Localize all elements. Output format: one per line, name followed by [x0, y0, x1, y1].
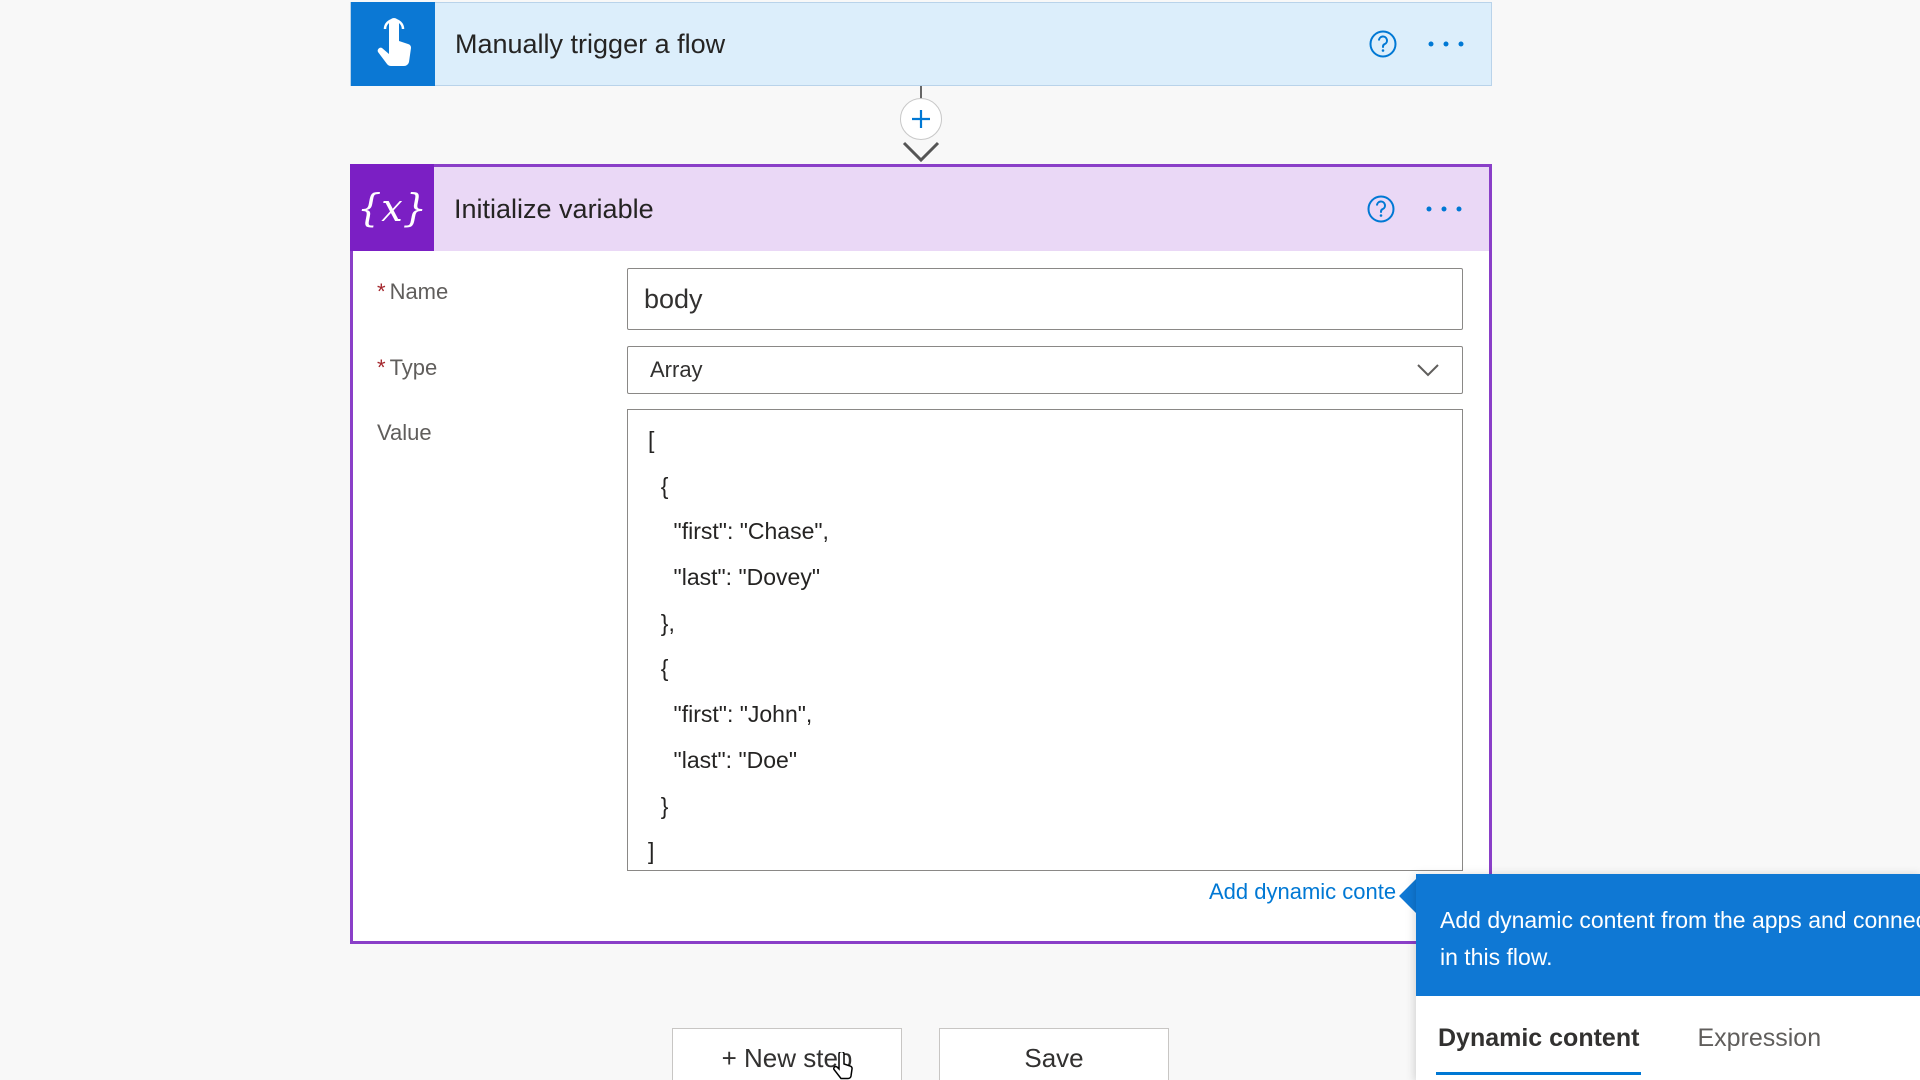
value-line: "last": "Dovey": [648, 564, 820, 591]
value-editor[interactable]: [ { "first": "Chase", "last": "Dovey" },…: [627, 409, 1463, 871]
name-label: * Name: [377, 279, 449, 304]
value-line: "last": "Doe": [648, 746, 797, 773]
type-dropdown[interactable]: Array: [627, 346, 1463, 394]
type-selected-value: Array: [650, 357, 703, 382]
tab-dynamic-content[interactable]: Dynamic content: [1436, 1004, 1642, 1075]
value-line: {: [648, 472, 669, 499]
value-label: Value: [377, 420, 432, 445]
trigger-card[interactable]: Manually trigger a flow: [350, 2, 1492, 86]
help-icon[interactable]: [1361, 189, 1401, 229]
card-title: Initialize variable: [454, 193, 654, 224]
dynamic-content-flyout[interactable]: Add dynamic content from the apps and co…: [1416, 874, 1920, 1080]
required-asterisk: *: [377, 355, 386, 380]
initialize-variable-card[interactable]: {x} Initialize variable *Name *Type Arra…: [350, 164, 1492, 944]
more-options-icon[interactable]: [1419, 189, 1469, 229]
save-button[interactable]: Save: [939, 1028, 1169, 1080]
hand-cursor-icon: [832, 1050, 856, 1080]
insert-step-button[interactable]: [900, 98, 942, 140]
value-line: [: [648, 427, 655, 453]
name-input[interactable]: [627, 268, 1463, 330]
more-options-icon[interactable]: [1421, 24, 1471, 64]
value-line: "first": "Chase",: [648, 518, 829, 545]
value-line: {: [648, 655, 669, 682]
flyout-description: Add dynamic content from the apps and co…: [1440, 907, 1920, 970]
value-line: "first": "John",: [648, 701, 813, 728]
help-icon[interactable]: [1363, 24, 1403, 64]
value-line: }: [648, 792, 669, 819]
new-step-button[interactable]: + New step: [672, 1028, 902, 1080]
tab-expression[interactable]: Expression: [1695, 1004, 1823, 1073]
hand-touch-icon: [351, 2, 435, 86]
add-dynamic-content-link[interactable]: Add dynamic conte: [1209, 879, 1396, 905]
trigger-title: Manually trigger a flow: [455, 28, 726, 59]
type-label: * Type: [377, 355, 438, 380]
variable-icon: {x}: [350, 164, 434, 251]
chevron-down-icon: [1417, 364, 1439, 377]
value-line: },: [648, 609, 675, 636]
flyout-tabs: Dynamic content Expression: [1416, 996, 1920, 1080]
required-asterisk: *: [377, 279, 386, 304]
card-header[interactable]: {x} Initialize variable: [350, 164, 1489, 251]
flyout-header: Add dynamic content from the apps and co…: [1416, 874, 1920, 996]
plus-icon: [912, 110, 930, 128]
value-line: ]: [648, 838, 655, 865]
